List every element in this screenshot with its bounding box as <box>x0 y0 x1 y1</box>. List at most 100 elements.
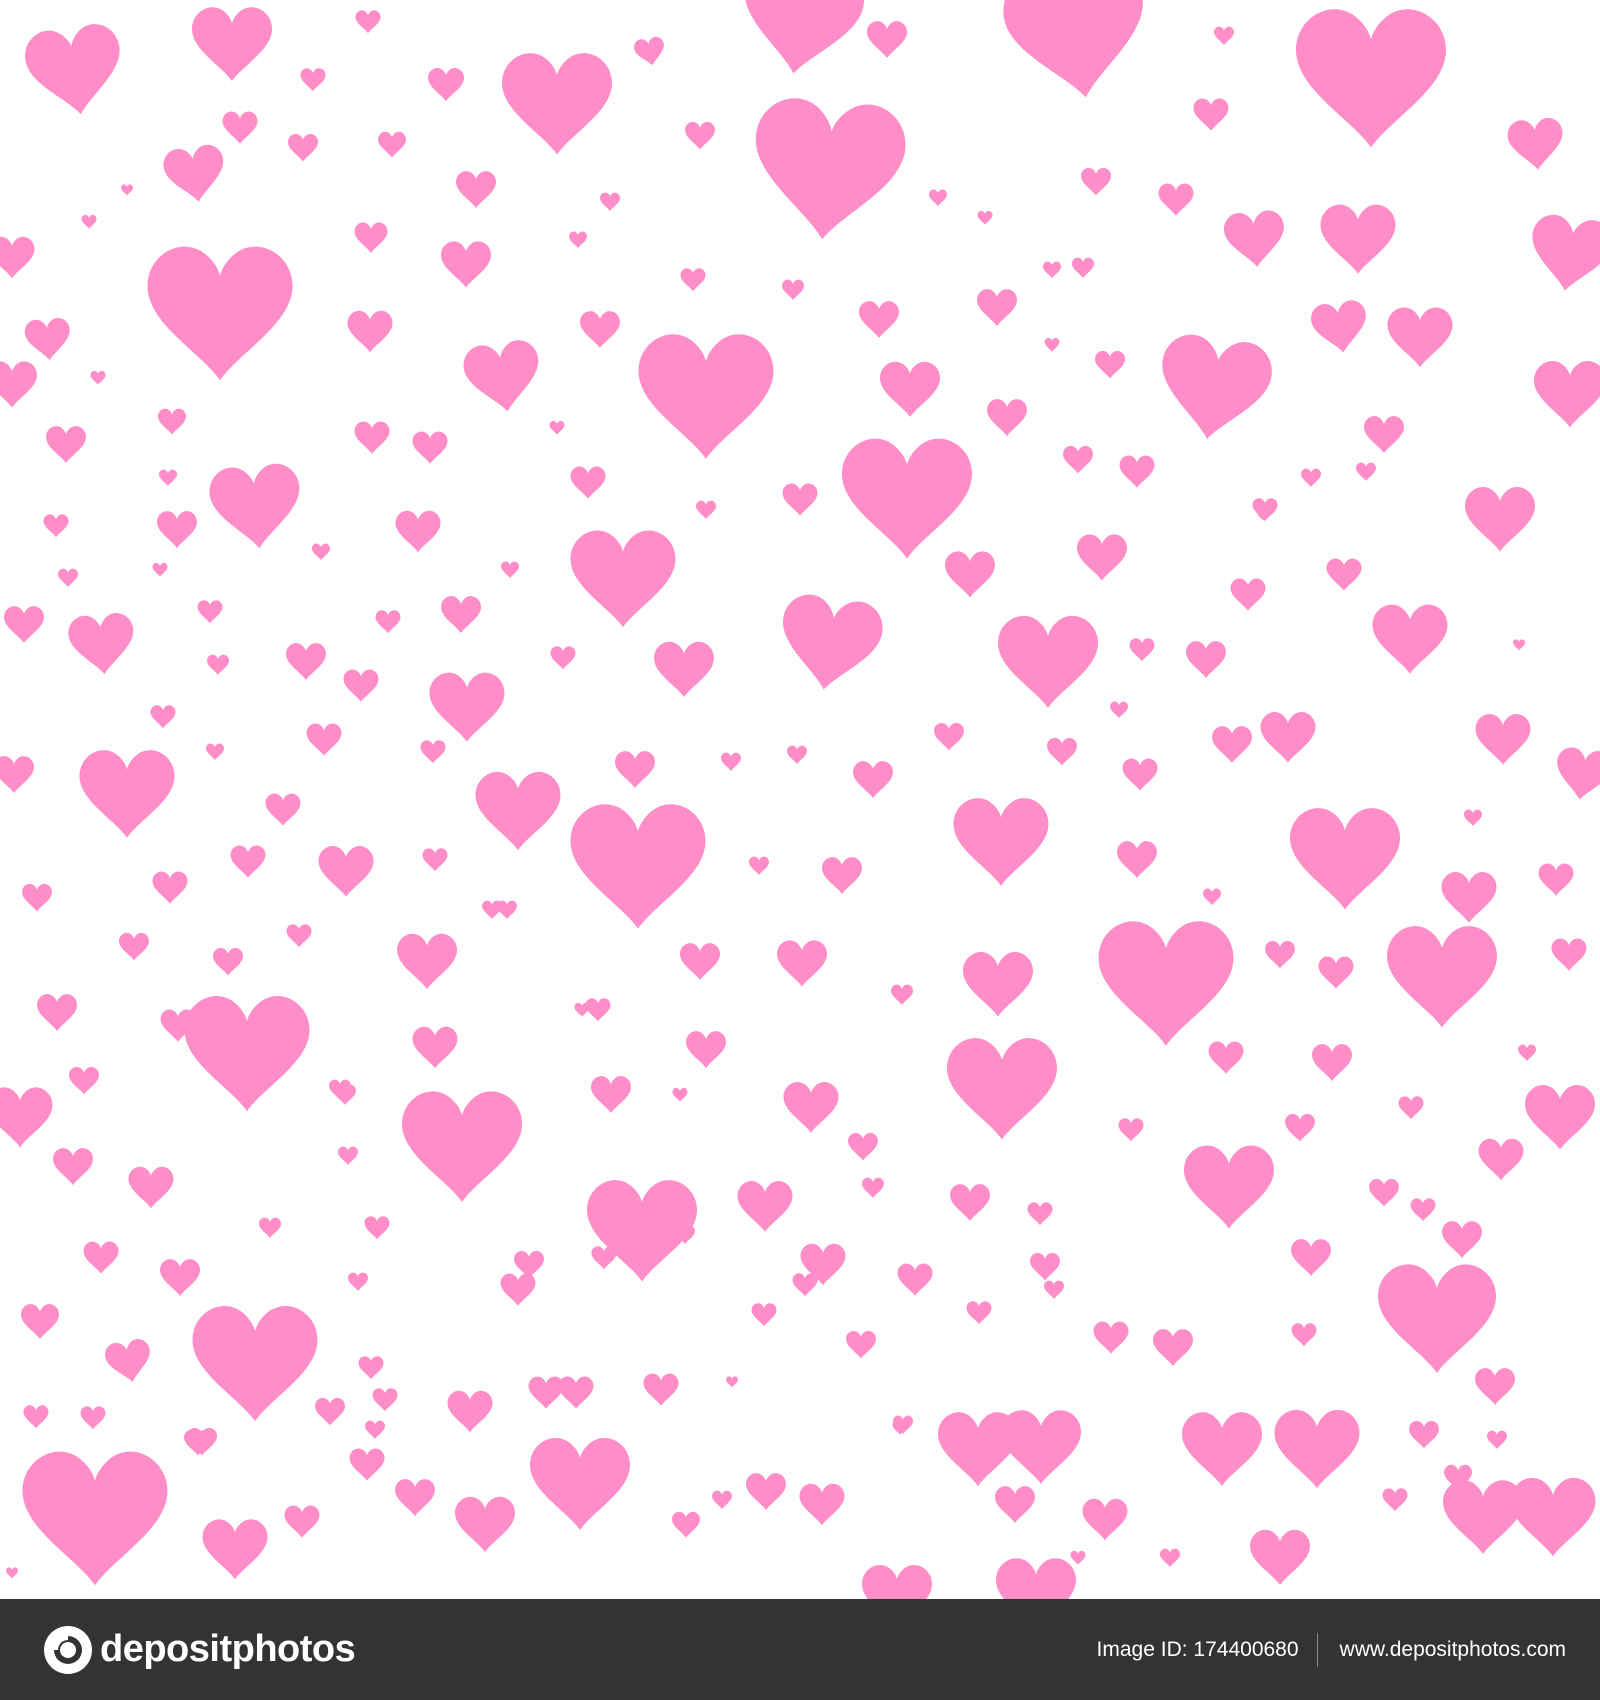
heart-shape <box>222 111 258 144</box>
heart-shape <box>152 562 168 577</box>
heart-shape <box>192 1306 318 1422</box>
heart-shape <box>0 756 34 793</box>
heart-shape <box>1214 26 1234 46</box>
website-link[interactable]: www.depositphotos.com <box>1340 1638 1566 1662</box>
heart-shape <box>591 1076 631 1113</box>
heart-shape <box>737 1181 793 1232</box>
heart-shape <box>0 1087 53 1148</box>
heart-shape <box>1518 1044 1536 1062</box>
heart-shape <box>862 1564 932 1599</box>
heart-shape <box>1364 416 1404 453</box>
heart-shape <box>585 998 611 1022</box>
heart-shape <box>528 1376 564 1409</box>
heart-shape <box>672 1511 700 1538</box>
heart-shape <box>21 1304 59 1340</box>
heart-shape <box>206 743 224 761</box>
heart-shape <box>103 1337 155 1386</box>
heart-shape <box>1378 1264 1496 1374</box>
heart-shape <box>963 951 1033 1017</box>
heart-shape <box>966 1301 992 1325</box>
heart-shape <box>315 1397 345 1426</box>
heart-shape <box>822 857 862 894</box>
heart-shape <box>365 1420 385 1439</box>
heart-shape <box>1475 1368 1515 1405</box>
heart-shape <box>1072 257 1094 278</box>
heart-shape <box>1001 1410 1081 1484</box>
heart-shape <box>897 1263 933 1296</box>
heart-shape <box>1077 534 1127 581</box>
heart-shape <box>1153 1329 1193 1366</box>
heart-shape <box>792 1273 818 1297</box>
heart-shape <box>746 1473 786 1510</box>
heart-shape <box>953 798 1049 886</box>
heart-shape <box>945 551 995 598</box>
heart-shape <box>1285 1113 1315 1142</box>
heart-shape <box>128 1166 174 1209</box>
brand[interactable]: depositphotos <box>42 1624 356 1676</box>
heart-shape <box>1122 758 1158 791</box>
heart-shape <box>848 1132 878 1161</box>
heart-shape <box>160 1259 200 1296</box>
heart-shape <box>550 646 576 670</box>
heart-shape <box>1525 212 1600 297</box>
heart-shape <box>672 1087 688 1102</box>
heart-shape <box>1212 726 1252 763</box>
heart-shape <box>530 1437 630 1530</box>
heart-shape <box>1093 1321 1129 1354</box>
heart-shape <box>1551 938 1587 971</box>
heart-shape <box>1119 455 1155 488</box>
heart-shape <box>787 745 807 764</box>
heart-shape <box>1290 808 1400 910</box>
heart-shape <box>987 399 1027 436</box>
heart-shape <box>929 189 947 207</box>
heart-shape <box>158 408 186 435</box>
heart-shape <box>1203 888 1221 906</box>
heart-shape <box>4 606 44 643</box>
heart-shape <box>1081 167 1111 196</box>
heart-shape <box>397 933 457 989</box>
heart-shape <box>1441 872 1497 923</box>
heart-shape <box>1222 209 1288 270</box>
heart-shape <box>1372 604 1448 674</box>
heart-shape <box>1182 1412 1262 1486</box>
heart-shape <box>1309 298 1371 357</box>
heart-shape <box>1158 183 1194 216</box>
heart-shape <box>996 1558 1076 1599</box>
heart-shape <box>288 133 318 162</box>
heart-shape <box>1070 1550 1086 1565</box>
heart-shape <box>502 53 612 155</box>
stock-footer-bar: depositphotos Image ID: 174400680 www.de… <box>0 1599 1600 1700</box>
heart-shape <box>412 431 448 464</box>
heart-shape <box>846 1330 876 1359</box>
heart-shape <box>157 511 197 548</box>
heart-shape <box>22 1451 168 1586</box>
heart-shape <box>1082 1498 1128 1541</box>
heart-shape <box>43 514 69 538</box>
brand-name: depositphotos <box>100 1628 356 1670</box>
heart-shape <box>574 1002 590 1017</box>
heart-shape <box>420 740 446 764</box>
heart-shape <box>558 1376 594 1409</box>
heart-shape <box>1118 1118 1144 1142</box>
heart-shape <box>1534 361 1600 428</box>
heart-shape <box>119 932 149 961</box>
heart-shape <box>570 466 606 499</box>
heart-shape <box>1291 1323 1317 1347</box>
heart-shape <box>1291 1239 1331 1276</box>
heart-shape <box>58 568 78 587</box>
heart-shape <box>500 1273 536 1306</box>
heart-shape <box>79 750 175 838</box>
heart-shape <box>395 510 441 553</box>
heart-shape <box>358 1356 384 1380</box>
heart-shape <box>1320 204 1396 274</box>
heart-shape <box>197 600 223 624</box>
heart-shape <box>747 94 909 246</box>
heart-shape <box>306 723 342 756</box>
heart-shape <box>402 1091 522 1202</box>
heart-shape <box>891 984 913 1005</box>
heart-shape <box>686 1031 726 1068</box>
heart-shape <box>312 543 330 561</box>
heart-shape <box>569 231 587 249</box>
heart-shape <box>880 361 940 417</box>
heart-shape <box>286 643 326 680</box>
